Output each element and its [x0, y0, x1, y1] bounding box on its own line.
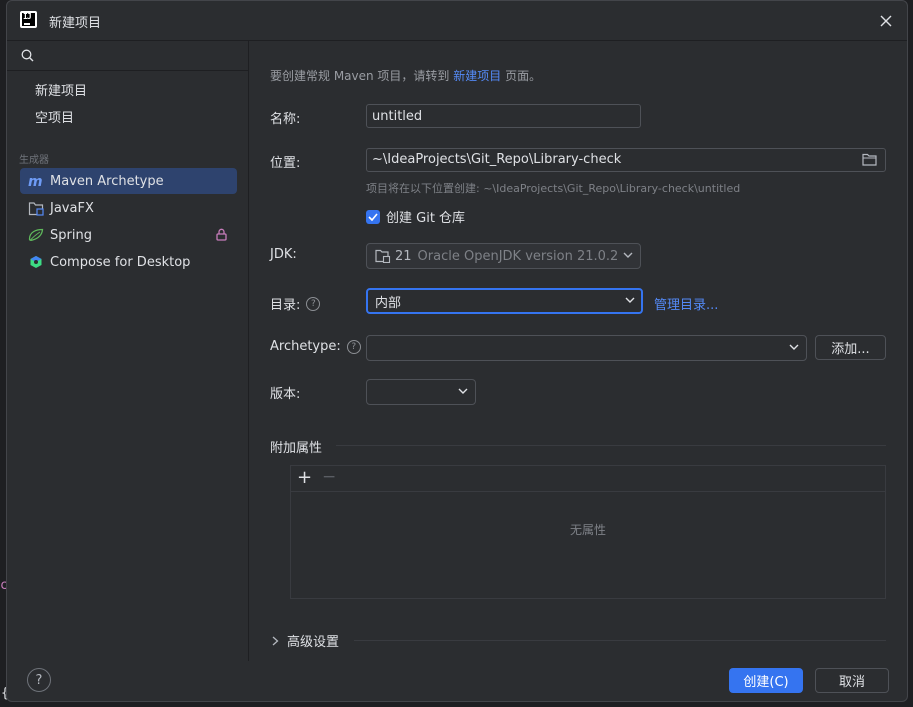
- lock-icon: [216, 228, 227, 241]
- close-button[interactable]: [875, 10, 897, 32]
- properties-table: + − 无属性: [290, 465, 886, 599]
- catalog-label: 目录: ?: [270, 294, 321, 313]
- intellij-logo-icon: IJ: [20, 11, 37, 28]
- catalog-label-text: 目录:: [270, 298, 301, 313]
- sidebar-item-label: Spring: [50, 227, 92, 243]
- maven-icon: m: [28, 173, 44, 189]
- chevron-right-icon: [272, 636, 279, 645]
- checkbox-checked: [366, 209, 380, 224]
- sidebar-search: [7, 41, 248, 71]
- jdk-label: JDK:: [270, 247, 297, 262]
- project-type-sidebar: 新建项目 空项目 生成器 m Maven Archetype JavaFX Sp…: [7, 41, 249, 661]
- search-icon: [21, 49, 34, 62]
- folder-icon: [862, 153, 877, 166]
- hint-text-end: 页面。: [501, 69, 542, 83]
- properties-toolbar: + −: [291, 466, 885, 492]
- javafx-icon: [28, 200, 44, 216]
- location-input[interactable]: ~\IdeaProjects\Git_Repo\Library-check: [366, 148, 886, 172]
- sidebar-item-label: Compose for Desktop: [50, 254, 191, 270]
- compose-icon: [28, 254, 44, 270]
- version-label: 版本:: [270, 387, 301, 402]
- chevron-down-icon: [789, 344, 799, 350]
- check-icon: [368, 212, 378, 221]
- extra-properties-title: 附加属性: [270, 441, 323, 456]
- name-input[interactable]: [366, 104, 641, 128]
- catalog-select[interactable]: 内部: [366, 288, 643, 314]
- sidebar-item-compose-desktop[interactable]: Compose for Desktop: [20, 249, 237, 275]
- archetype-label-text: Archetype:: [270, 339, 341, 354]
- chevron-down-icon: [623, 252, 633, 258]
- browse-folder-button[interactable]: [862, 153, 877, 170]
- create-git-repo-checkbox[interactable]: 创建 Git 仓库: [366, 207, 465, 226]
- section-divider: [336, 445, 886, 446]
- archetype-label: Archetype: ?: [270, 339, 361, 354]
- advanced-settings-label: 高级设置: [287, 635, 340, 650]
- help-button[interactable]: ?: [27, 668, 51, 692]
- checkbox-label: 创建 Git 仓库: [386, 211, 466, 226]
- location-label: 位置:: [270, 156, 301, 171]
- sidebar-item-empty-project[interactable]: 空项目: [35, 107, 74, 126]
- jdk-version: 21: [395, 248, 412, 264]
- project-settings-form: 要创建常规 Maven 项目，请转到 新建项目 页面。 名称: 位置: ~\Id…: [250, 41, 907, 661]
- chevron-down-icon: [625, 297, 635, 303]
- window-title: 新建项目: [49, 16, 102, 31]
- generators-section-label: 生成器: [19, 155, 49, 166]
- new-project-link[interactable]: 新建项目: [453, 69, 501, 83]
- new-project-dialog: IJ 新建项目 新建项目 空项目 生成器 m Maven Archetype J…: [6, 0, 908, 702]
- help-icon[interactable]: ?: [306, 296, 321, 311]
- location-value: ~\IdeaProjects\Git_Repo\Library-check: [372, 152, 622, 167]
- version-select[interactable]: [366, 379, 476, 405]
- jdk-detail: Oracle OpenJDK version 21.0.2: [417, 248, 619, 264]
- create-button[interactable]: 创建(C): [729, 668, 803, 693]
- add-archetype-button[interactable]: 添加...: [815, 335, 886, 360]
- no-properties-text: 无属性: [569, 523, 606, 537]
- sidebar-item-maven-archetype[interactable]: m Maven Archetype: [20, 168, 237, 194]
- help-icon[interactable]: ?: [346, 339, 361, 354]
- hint-text: 要创建常规 Maven 项目，请转到: [270, 69, 454, 83]
- search-input[interactable]: [41, 45, 241, 67]
- catalog-value: 内部: [375, 295, 402, 311]
- sidebar-item-spring[interactable]: Spring: [20, 222, 237, 248]
- name-label: 名称:: [270, 112, 301, 127]
- close-icon: [880, 15, 892, 27]
- cancel-button[interactable]: 取消: [815, 668, 889, 693]
- jdk-select[interactable]: 21 Oracle OpenJDK version 21.0.2: [366, 243, 641, 269]
- spring-icon: [28, 227, 44, 243]
- sidebar-item-javafx[interactable]: JavaFX: [20, 195, 237, 221]
- sidebar-item-label: JavaFX: [50, 200, 94, 216]
- archetype-select[interactable]: [366, 335, 807, 361]
- advanced-settings-toggle[interactable]: 高级设置: [272, 631, 339, 650]
- sidebar-item-label: Maven Archetype: [50, 173, 164, 189]
- section-divider: [354, 640, 886, 641]
- jdk-folder-icon: [375, 249, 391, 263]
- manage-catalogs-link[interactable]: 管理目录...: [654, 294, 718, 313]
- location-note: 项目将在以下位置创建: ~\IdeaProjects\Git_Repo\Libr…: [366, 182, 741, 195]
- sidebar-item-new-project[interactable]: 新建项目: [35, 80, 87, 99]
- maven-hint: 要创建常规 Maven 项目，请转到 新建项目 页面。: [270, 67, 541, 84]
- add-property-button[interactable]: +: [297, 467, 312, 488]
- chevron-down-icon: [458, 388, 468, 394]
- remove-property-button[interactable]: −: [322, 467, 336, 487]
- svg-text:m: m: [28, 174, 43, 188]
- title-bar: IJ 新建项目: [7, 1, 907, 41]
